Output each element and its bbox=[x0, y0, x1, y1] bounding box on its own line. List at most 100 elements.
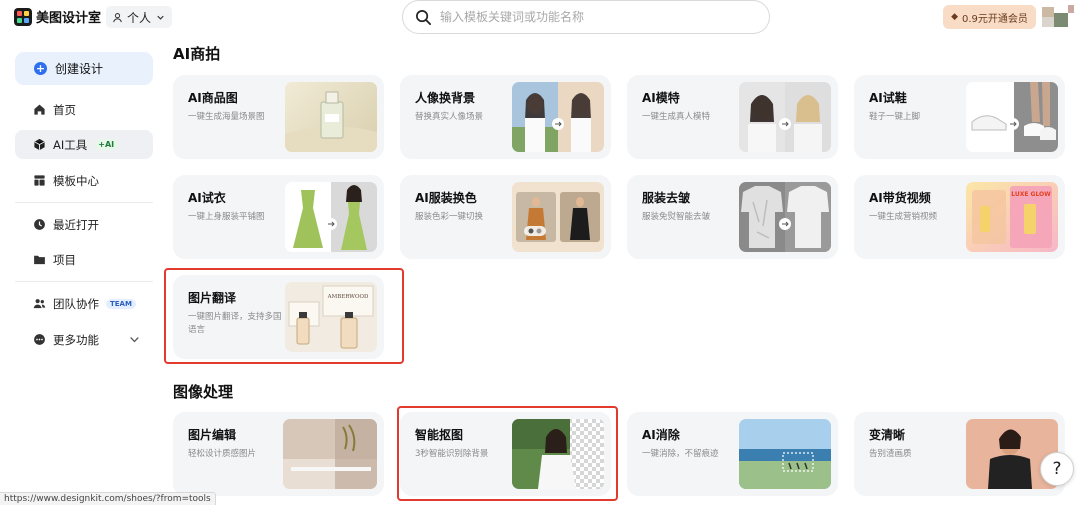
user-icon bbox=[113, 12, 122, 22]
card-desc: 轻松设计质感图片 bbox=[188, 449, 257, 459]
tool-card-ai-product-image[interactable]: AI商品图 一键生成海量场景图 bbox=[173, 75, 384, 159]
sidebar-item-label: 更多功能 bbox=[53, 332, 99, 347]
team-badge: TEAM bbox=[106, 298, 136, 309]
portrait-compare-image bbox=[512, 82, 604, 152]
sidebar-item-projects[interactable]: 项目 bbox=[15, 245, 153, 274]
card-title: 服装去皱 bbox=[642, 191, 691, 205]
card-desc: 一键上身服装平铺图 bbox=[188, 212, 265, 222]
more-icon bbox=[34, 334, 45, 345]
shoe-tryon-image bbox=[966, 82, 1058, 152]
help-icon: ? bbox=[1052, 459, 1062, 479]
template-icon bbox=[34, 175, 45, 186]
card-thumbnail bbox=[512, 182, 604, 252]
dress-tryon-image bbox=[285, 182, 377, 252]
sidebar-item-label: 项目 bbox=[53, 252, 76, 267]
search-bar[interactable] bbox=[402, 0, 770, 34]
card-desc: 一键生成真人模特 bbox=[642, 112, 711, 122]
logo-icon bbox=[14, 7, 32, 26]
create-design-label: 创建设计 bbox=[55, 62, 104, 76]
cube-icon bbox=[34, 138, 45, 151]
card-thumbnail bbox=[283, 419, 377, 489]
sidebar-divider bbox=[15, 281, 153, 282]
clock-icon bbox=[34, 219, 45, 230]
card-thumbnail bbox=[285, 182, 377, 252]
app-logo[interactable]: 美图设计室 bbox=[14, 7, 101, 26]
card-title: 图片编辑 bbox=[188, 428, 237, 442]
sidebar-item-label: 最近打开 bbox=[53, 217, 99, 232]
section-title-ai-shoot: AI商拍 bbox=[173, 45, 221, 63]
card-title: 人像换背景 bbox=[415, 91, 476, 105]
tool-card-clothing-recolor[interactable]: AI服装换色 服装色彩一键切换 bbox=[400, 175, 611, 259]
promo-video-image: LUXE GLOW bbox=[966, 182, 1058, 252]
card-title: AI模特 bbox=[642, 91, 680, 105]
search-icon bbox=[416, 9, 432, 25]
vip-button[interactable]: ◆ 0.9元开通会员 bbox=[943, 5, 1036, 29]
workspace-label: 个人 bbox=[127, 10, 152, 25]
recolor-compare-image bbox=[512, 182, 604, 252]
card-title: AI试鞋 bbox=[869, 91, 907, 105]
chevron-down-icon[interactable] bbox=[128, 333, 141, 346]
highlight-box-smart-cutout bbox=[397, 406, 618, 501]
create-design-button[interactable]: + 创建设计 bbox=[15, 52, 153, 85]
card-desc: 鞋子一键上脚 bbox=[869, 112, 921, 122]
card-title: AI试衣 bbox=[188, 191, 226, 205]
tool-card-image-edit[interactable]: 图片编辑 轻松设计质感图片 bbox=[173, 412, 384, 496]
tool-card-portrait-background[interactable]: 人像换背景 替换真实人像场景 bbox=[400, 75, 611, 159]
card-title: AI带货视频 bbox=[869, 191, 931, 205]
sidebar-divider bbox=[15, 202, 153, 203]
vip-label: 0.9元开通会员 bbox=[962, 13, 1028, 25]
sidebar-item-ai-tools[interactable]: AI工具 +AI bbox=[15, 130, 153, 159]
card-thumbnail bbox=[739, 419, 831, 489]
card-title: AI服装换色 bbox=[415, 191, 477, 205]
sidebar-item-more[interactable]: 更多功能 bbox=[15, 325, 153, 354]
card-thumbnail bbox=[512, 82, 604, 152]
app-name: 美图设计室 bbox=[36, 11, 102, 26]
sidebar-item-home[interactable]: 首页 bbox=[15, 95, 153, 124]
sidebar-item-label: 团队协作 bbox=[53, 296, 99, 311]
section-title-image-processing: 图像处理 bbox=[173, 383, 234, 401]
card-desc: 告别渣画质 bbox=[869, 449, 912, 459]
top-bar: 美图设计室 个人 ◆ 0.9元开通会员 bbox=[0, 0, 1080, 36]
card-desc: 一键生成营销视频 bbox=[869, 212, 938, 222]
help-button[interactable]: ? bbox=[1040, 452, 1074, 486]
highlight-box-image-translate bbox=[164, 268, 404, 364]
sidebar-item-templates[interactable]: 模板中心 bbox=[15, 166, 153, 195]
card-thumbnail: LUXE GLOW bbox=[966, 182, 1058, 252]
ai-badge: +AI bbox=[94, 139, 119, 150]
card-desc: 替换真实人像场景 bbox=[415, 112, 484, 122]
tool-card-ai-model[interactable]: AI模特 一键生成真人模特 bbox=[627, 75, 838, 159]
card-thumbnail bbox=[285, 82, 377, 152]
search-input[interactable] bbox=[440, 10, 740, 24]
status-url: https://www.designkit.com/shoes/?from=to… bbox=[0, 492, 216, 505]
folder-icon bbox=[34, 255, 45, 265]
eraser-image bbox=[739, 419, 831, 489]
sidebar-item-label: 首页 bbox=[53, 102, 76, 117]
sidebar-item-recent[interactable]: 最近打开 bbox=[15, 210, 153, 239]
avatar[interactable] bbox=[1040, 5, 1074, 29]
card-title: 变清晰 bbox=[869, 428, 906, 442]
sidebar-item-label: AI工具 bbox=[53, 137, 88, 152]
tool-card-ai-promo-video[interactable]: AI带货视频 一键生成营销视频 LUXE GLOW bbox=[854, 175, 1065, 259]
team-icon bbox=[33, 299, 46, 309]
card-desc: 一键生成海量场景图 bbox=[188, 112, 265, 122]
perfume-bottle-image bbox=[285, 91, 377, 152]
card-thumbnail bbox=[739, 182, 831, 252]
card-thumbnail bbox=[966, 82, 1058, 152]
card-desc: 一键消除，不留痕迹 bbox=[642, 449, 719, 459]
card-desc: 服装免熨智能去皱 bbox=[642, 212, 711, 222]
sidebar-item-label: 模板中心 bbox=[53, 173, 99, 188]
tool-card-ai-eraser[interactable]: AI消除 一键消除，不留痕迹 bbox=[627, 412, 838, 496]
tool-card-clothing-dewrinkle[interactable]: 服装去皱 服装免熨智能去皱 bbox=[627, 175, 838, 259]
card-title: AI商品图 bbox=[188, 91, 238, 105]
chevron-down-icon bbox=[157, 15, 164, 20]
plus-icon: + bbox=[34, 62, 47, 75]
card-desc: 服装色彩一键切换 bbox=[415, 212, 484, 222]
tool-card-ai-shoe-tryon[interactable]: AI试鞋 鞋子一键上脚 bbox=[854, 75, 1065, 159]
workspace-switcher[interactable]: 个人 bbox=[106, 6, 173, 28]
video-promo-text: LUXE GLOW bbox=[1011, 191, 1051, 198]
card-title: AI消除 bbox=[642, 428, 680, 442]
tool-card-ai-tryon[interactable]: AI试衣 一键上身服装平铺图 bbox=[173, 175, 384, 259]
image-edit-image bbox=[283, 419, 377, 489]
tool-card-enhance-clarity[interactable]: 变清晰 告别渣画质 bbox=[854, 412, 1065, 496]
sidebar-item-team[interactable]: 团队协作 TEAM bbox=[15, 289, 153, 318]
